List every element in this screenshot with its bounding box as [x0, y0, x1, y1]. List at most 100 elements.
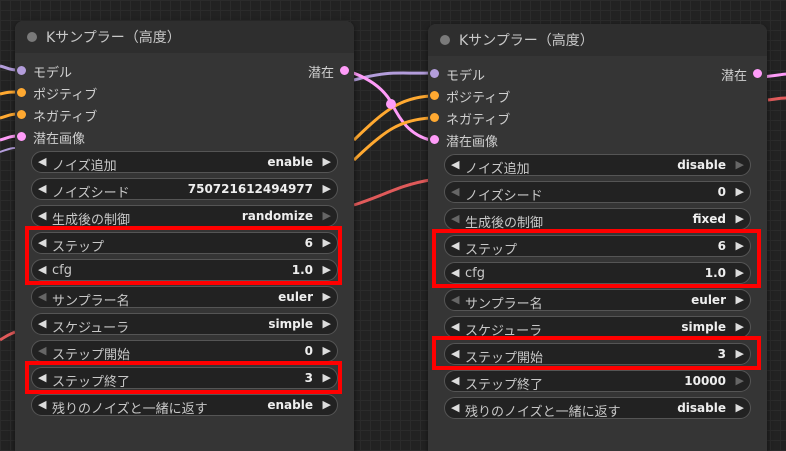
widget-value: 3 [717, 347, 726, 361]
decrement-arrow-icon[interactable]: ◀ [451, 266, 459, 279]
input-slot-positive[interactable]: ポジティブ [428, 84, 767, 106]
widget-start-at-step[interactable]: ◀ ステップ開始 3 ▶ [444, 343, 751, 366]
widget-label: サンプラー名 [465, 297, 543, 312]
increment-arrow-icon[interactable]: ▶ [736, 185, 744, 198]
widget-cfg[interactable]: ◀ cfg 1.0 ▶ [444, 262, 751, 284]
latent-output-slot-icon[interactable] [340, 66, 349, 75]
input-slot-latent-image[interactable]: 潜在画像 [15, 125, 354, 147]
widget-cfg[interactable]: ◀ cfg 1.0 ▶ [31, 259, 338, 281]
widget-value: 3 [304, 371, 313, 385]
widget-control-after-generate[interactable]: ◀ 生成後の制御 randomize ▶ [31, 205, 338, 228]
decrement-arrow-icon[interactable]: ◀ [38, 155, 46, 168]
decrement-arrow-icon[interactable]: ◀ [451, 347, 459, 360]
decrement-arrow-icon[interactable]: ◀ [451, 374, 459, 387]
decrement-arrow-icon[interactable]: ◀ [451, 320, 459, 333]
collapse-dot-icon[interactable] [440, 35, 450, 45]
positive-slot-icon[interactable] [17, 88, 26, 97]
ksampler-advanced-node-left[interactable]: Kサンプラー（高度） モデル 潜在 ポジティブ ネガティブ 潜在画像 ◀ ノイズ… [15, 21, 354, 451]
negative-slot-icon[interactable] [430, 113, 439, 122]
widget-sampler-name[interactable]: ◀ サンプラー名 euler ▶ [444, 289, 751, 312]
increment-arrow-icon[interactable]: ▶ [323, 263, 331, 276]
input-label-model: モデル [446, 69, 486, 84]
input-slot-positive[interactable]: ポジティブ [15, 81, 354, 103]
input-slot-latent-image[interactable]: 潜在画像 [428, 128, 767, 150]
increment-arrow-icon[interactable]: ▶ [736, 401, 744, 414]
decrement-arrow-icon[interactable]: ◀ [38, 317, 46, 330]
increment-arrow-icon[interactable]: ▶ [736, 347, 744, 360]
widget-end-at-step[interactable]: ◀ ステップ終了 3 ▶ [31, 367, 338, 390]
decrement-arrow-icon[interactable]: ◀ [451, 212, 459, 225]
output-label-latent: 潜在 [720, 69, 747, 84]
decrement-arrow-icon[interactable]: ◀ [38, 290, 46, 303]
increment-arrow-icon[interactable]: ▶ [323, 182, 331, 195]
widget-label: スケジューラ [465, 324, 543, 339]
widget-label: ステップ終了 [465, 378, 544, 393]
widget-noise-seed[interactable]: ◀ ノイズシード 750721612494977 ▶ [31, 178, 338, 201]
decrement-arrow-icon[interactable]: ◀ [451, 239, 459, 252]
latent-output-slot-icon[interactable] [753, 69, 762, 78]
ksampler-advanced-node-right[interactable]: Kサンプラー（高度） モデル 潜在 ポジティブ ネガティブ 潜在画像 ◀ ノイズ… [428, 24, 767, 451]
decrement-arrow-icon[interactable]: ◀ [38, 182, 46, 195]
decrement-arrow-icon[interactable]: ◀ [38, 236, 46, 249]
node-header[interactable]: Kサンプラー（高度） [428, 24, 767, 56]
widget-start-at-step[interactable]: ◀ ステップ開始 0 ▶ [31, 340, 338, 363]
widget-value: 1.0 [291, 263, 313, 277]
decrement-arrow-icon[interactable]: ◀ [38, 209, 46, 222]
increment-arrow-icon[interactable]: ▶ [323, 209, 331, 222]
increment-arrow-icon[interactable]: ▶ [736, 212, 744, 225]
node-header[interactable]: Kサンプラー（高度） [15, 21, 354, 53]
decrement-arrow-icon[interactable]: ◀ [451, 185, 459, 198]
latent-image-slot-icon[interactable] [17, 132, 26, 141]
widget-return-with-leftover-noise[interactable]: ◀ 残りのノイズと一緒に返す disable ▶ [444, 397, 751, 420]
input-slot-model[interactable]: モデル 潜在 [15, 59, 354, 81]
widget-return-with-leftover-noise[interactable]: ◀ 残りのノイズと一緒に返す enable ▶ [31, 394, 338, 417]
decrement-arrow-icon[interactable]: ◀ [451, 293, 459, 306]
increment-arrow-icon[interactable]: ▶ [323, 290, 331, 303]
node-title: Kサンプラー（高度） [459, 33, 594, 49]
widget-scheduler[interactable]: ◀ スケジューラ simple ▶ [31, 313, 338, 336]
increment-arrow-icon[interactable]: ▶ [736, 374, 744, 387]
increment-arrow-icon[interactable]: ▶ [736, 158, 744, 171]
widget-add-noise[interactable]: ◀ ノイズ追加 enable ▶ [31, 151, 338, 174]
widget-sampler-name[interactable]: ◀ サンプラー名 euler ▶ [31, 286, 338, 309]
widget-label: ステップ開始 [465, 351, 544, 366]
widget-steps[interactable]: ◀ ステップ 6 ▶ [444, 235, 751, 258]
widget-scheduler[interactable]: ◀ スケジューラ simple ▶ [444, 316, 751, 339]
input-label-model: モデル [33, 66, 73, 81]
collapse-dot-icon[interactable] [27, 32, 37, 42]
decrement-arrow-icon[interactable]: ◀ [38, 398, 46, 411]
increment-arrow-icon[interactable]: ▶ [736, 320, 744, 333]
widget-label: ステップ開始 [52, 348, 131, 363]
increment-arrow-icon[interactable]: ▶ [736, 239, 744, 252]
decrement-arrow-icon[interactable]: ◀ [38, 344, 46, 357]
wire-red-left [0, 330, 16, 342]
widget-add-noise[interactable]: ◀ ノイズ追加 disable ▶ [444, 154, 751, 177]
increment-arrow-icon[interactable]: ▶ [323, 344, 331, 357]
output-label-latent: 潜在 [307, 66, 334, 81]
wire-red-mid [353, 178, 431, 207]
increment-arrow-icon[interactable]: ▶ [736, 293, 744, 306]
widget-noise-seed[interactable]: ◀ ノイズシード 0 ▶ [444, 181, 751, 204]
widget-steps[interactable]: ◀ ステップ 6 ▶ [31, 232, 338, 255]
widget-control-after-generate[interactable]: ◀ 生成後の制御 fixed ▶ [444, 208, 751, 231]
decrement-arrow-icon[interactable]: ◀ [38, 371, 46, 384]
input-slot-negative[interactable]: ネガティブ [428, 106, 767, 128]
increment-arrow-icon[interactable]: ▶ [323, 317, 331, 330]
increment-arrow-icon[interactable]: ▶ [323, 371, 331, 384]
input-slot-negative[interactable]: ネガティブ [15, 103, 354, 125]
negative-slot-icon[interactable] [17, 110, 26, 119]
increment-arrow-icon[interactable]: ▶ [736, 266, 744, 279]
decrement-arrow-icon[interactable]: ◀ [451, 158, 459, 171]
positive-slot-icon[interactable] [430, 91, 439, 100]
input-slot-model[interactable]: モデル 潜在 [428, 62, 767, 84]
increment-arrow-icon[interactable]: ▶ [323, 398, 331, 411]
model-slot-icon[interactable] [430, 69, 439, 78]
widget-end-at-step[interactable]: ◀ ステップ終了 10000 ▶ [444, 370, 751, 393]
increment-arrow-icon[interactable]: ▶ [323, 155, 331, 168]
decrement-arrow-icon[interactable]: ◀ [38, 263, 46, 276]
wire-reroute-dot [386, 99, 396, 109]
model-slot-icon[interactable] [17, 66, 26, 75]
increment-arrow-icon[interactable]: ▶ [323, 236, 331, 249]
latent-image-slot-icon[interactable] [430, 135, 439, 144]
decrement-arrow-icon[interactable]: ◀ [451, 401, 459, 414]
